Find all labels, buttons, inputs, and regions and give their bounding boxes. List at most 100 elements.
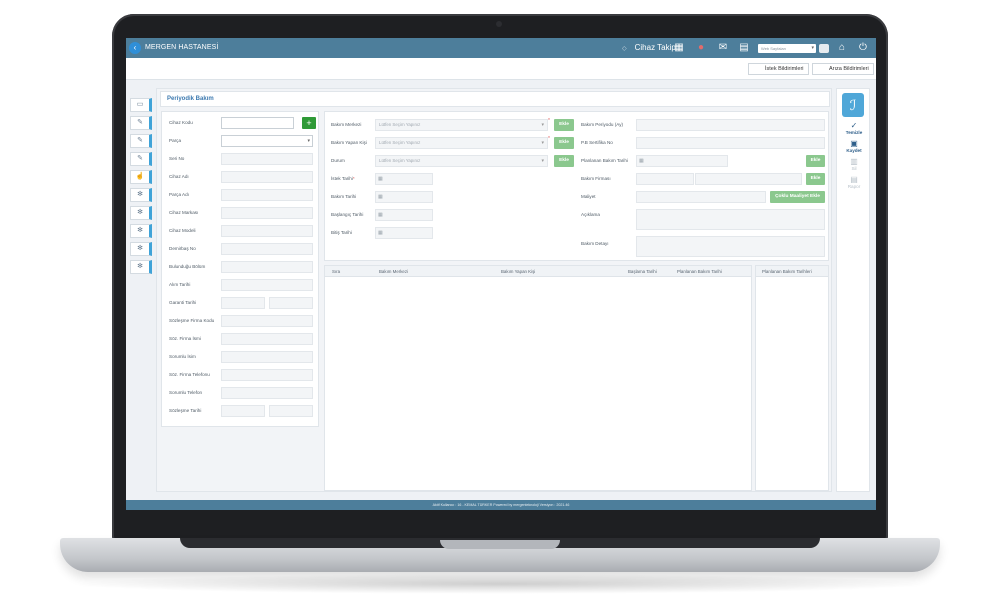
- part-name-input[interactable]: [221, 189, 313, 201]
- required-mark: *: [548, 118, 550, 124]
- search-go-button[interactable]: [819, 44, 829, 53]
- report-icon[interactable]: ▤: [738, 42, 750, 54]
- device-name-input[interactable]: [221, 171, 313, 183]
- field-label: Sözleşme Firma Kodu: [169, 318, 215, 323]
- form-row: Sözleşme Tarihi: [162, 405, 320, 418]
- module-title[interactable]: ◇ Cihaz Takip: [622, 43, 676, 52]
- column-header[interactable]: Başlama Tarihi: [628, 269, 657, 274]
- multi-cost-button[interactable]: Çoklu Maaliyet Ekle: [770, 191, 825, 203]
- field-label: Bakım Firması: [581, 176, 611, 181]
- form-row: Bulunduğu Bölüm: [162, 261, 320, 274]
- add-device-button[interactable]: +: [302, 117, 316, 129]
- device-info-panel: Cihaz Kodu + Parça ▾ Seri No Cihaz Adı P…: [161, 111, 319, 427]
- rail-item-7[interactable]: ✻: [130, 206, 152, 220]
- purchase-date-input[interactable]: [221, 279, 313, 291]
- rail-item-8[interactable]: ✻: [130, 224, 152, 238]
- rail-item-6[interactable]: ✻: [130, 188, 152, 202]
- field-label: Sorumlu Telefon: [169, 390, 203, 395]
- rail-item-10[interactable]: ✻: [130, 260, 152, 274]
- responsible-name-input[interactable]: [221, 351, 313, 363]
- planned-date-input[interactable]: ▦: [636, 155, 728, 167]
- maintenance-center-select[interactable]: Lütfen Seçim Yapınız ▾: [375, 119, 548, 131]
- add-status-button[interactable]: Ekle: [554, 155, 574, 167]
- contract-start-input[interactable]: [221, 405, 265, 417]
- user-icon[interactable]: ●: [695, 42, 707, 54]
- back-button[interactable]: ‹: [129, 42, 141, 54]
- field-label: Parça: [169, 138, 182, 143]
- clear-label: Temizle: [845, 130, 863, 135]
- device-brand-input[interactable]: [221, 207, 313, 219]
- field-label: Cihaz Markası: [169, 210, 199, 215]
- rail-item-5[interactable]: ☝: [130, 170, 152, 184]
- rail-item-4[interactable]: ✎: [130, 152, 152, 166]
- mail-icon[interactable]: ✉: [717, 42, 729, 54]
- serial-no-input[interactable]: [221, 153, 313, 165]
- department-input[interactable]: [221, 261, 313, 273]
- column-header[interactable]: Bakım Merkezi: [379, 269, 408, 274]
- field-label: Seri No: [169, 156, 185, 161]
- start-date-input[interactable]: ▦: [375, 209, 433, 221]
- rail-item-1[interactable]: ▭: [130, 98, 152, 112]
- delete-label: Sil: [851, 166, 857, 171]
- responsible-phone-input[interactable]: [221, 387, 313, 399]
- contract-end-input[interactable]: [269, 405, 313, 417]
- column-header[interactable]: Planlanan Bakım Tarihleri: [762, 269, 812, 274]
- required-mark: *: [352, 176, 355, 181]
- field-label: Planlanan Bakım Tarihi: [581, 158, 628, 163]
- form-row: Sorumlu Telefon: [162, 387, 320, 400]
- maintenance-detail-textarea[interactable]: [636, 236, 825, 257]
- request-notifications-button[interactable]: İstek Bildirimleri: [748, 63, 809, 75]
- laptop-notch: [440, 540, 560, 549]
- fault-notifications-button[interactable]: Arıza Bildirimleri: [812, 63, 874, 75]
- warranty-start-input[interactable]: [221, 297, 265, 309]
- field-label: Bulunduğu Bölüm: [169, 264, 206, 269]
- calendar-icon: ▦: [378, 176, 383, 182]
- company-phone-input[interactable]: [221, 369, 313, 381]
- contract-company-name-input[interactable]: [221, 333, 313, 345]
- maintenance-period-input[interactable]: [636, 119, 825, 131]
- clear-button[interactable]: ✓ Temizle: [837, 121, 871, 135]
- form-row: Bakım Yapan Kişi Lütfen Seçim Yapınız ▾ *…: [325, 136, 575, 150]
- rail-item-9[interactable]: ✻: [130, 242, 152, 256]
- rail-item-3[interactable]: ✎: [130, 134, 152, 148]
- app-screen: ‹ MERGEN HASTANESİ ◇ Cihaz Takip ▦ ● ✉ ▤ …: [126, 38, 876, 510]
- column-header[interactable]: Sıra: [332, 269, 340, 274]
- home-icon[interactable]: ⌂: [836, 42, 848, 54]
- device-code-input[interactable]: [221, 117, 294, 129]
- part-select[interactable]: ▾: [221, 135, 313, 147]
- maintenance-company-code-input[interactable]: [636, 173, 694, 185]
- inventory-no-input[interactable]: [221, 243, 313, 255]
- form-row: Demirbaş No: [162, 243, 320, 256]
- description-textarea[interactable]: [636, 209, 825, 230]
- request-date-input[interactable]: ▦: [375, 173, 433, 185]
- add-center-button[interactable]: Ekle: [554, 119, 574, 131]
- footer-bar: Aktif Kullanıcı : 16 - KEMAL TÜRKER Powe…: [126, 500, 876, 510]
- power-icon[interactable]: ⏻: [857, 42, 869, 54]
- calendar-icon[interactable]: ▦: [673, 42, 685, 54]
- end-date-input[interactable]: ▦: [375, 227, 433, 239]
- add-company-button[interactable]: Ekle: [806, 173, 825, 185]
- column-header[interactable]: Bakım Yapan Kişi: [501, 269, 535, 274]
- laptop-mockup: ‹ MERGEN HASTANESİ ◇ Cihaz Takip ▦ ● ✉ ▤ …: [0, 0, 1000, 615]
- status-select[interactable]: Lütfen Seçim Yapınız ▾: [375, 155, 548, 167]
- delete-button[interactable]: ▥ Sil: [837, 157, 871, 171]
- maintenance-company-name-input[interactable]: [695, 173, 802, 185]
- device-model-input[interactable]: [221, 225, 313, 237]
- form-row: Açıklama: [581, 209, 827, 231]
- certificate-no-input[interactable]: [636, 137, 825, 149]
- rail-item-2[interactable]: ✎: [130, 116, 152, 130]
- maintenance-person-select[interactable]: Lütfen Seçim Yapınız ▾: [375, 137, 548, 149]
- save-button[interactable]: ▣ Kaydet: [837, 139, 871, 153]
- column-header[interactable]: Planlanan Bakım Tarihi: [677, 269, 722, 274]
- add-person-button[interactable]: Ekle: [554, 137, 574, 149]
- maintenance-date-input[interactable]: ▦: [375, 191, 433, 203]
- form-row: Bakım Periyodu (Ay): [581, 119, 827, 132]
- page-search-select[interactable]: Web Sayfaları ▾: [758, 44, 816, 53]
- planned-dates-table: Planlanan Bakım Tarihleri: [755, 265, 829, 491]
- contract-company-code-input[interactable]: [221, 315, 313, 327]
- add-planned-date-button[interactable]: Ekle: [806, 155, 825, 167]
- cost-input[interactable]: [636, 191, 766, 203]
- report-button[interactable]: ▤ Rapor: [837, 175, 871, 189]
- field-label: Cihaz Kodu: [169, 120, 193, 125]
- warranty-end-input[interactable]: [269, 297, 313, 309]
